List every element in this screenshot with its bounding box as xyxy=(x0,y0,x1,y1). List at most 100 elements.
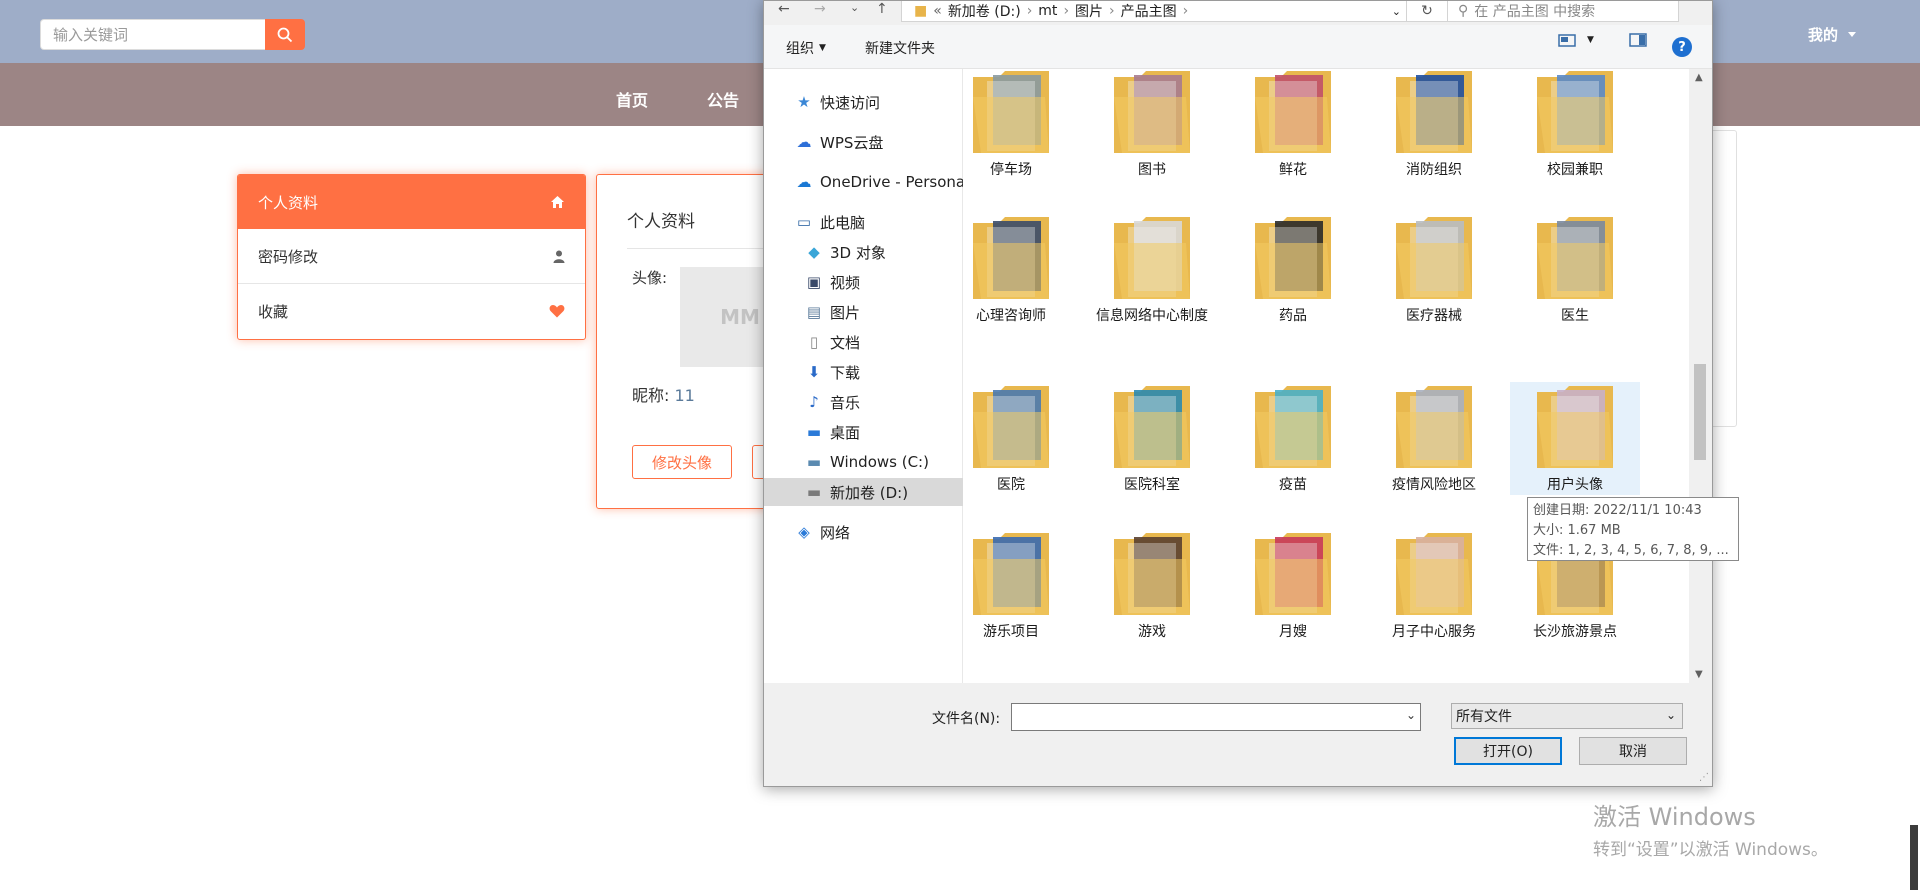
folder-item[interactable]: 医生 xyxy=(1510,213,1640,326)
avatar-placeholder: MM xyxy=(720,305,760,329)
breadcrumb-separator-icon: › xyxy=(1182,3,1189,19)
folder-icon xyxy=(1255,217,1331,299)
home-icon xyxy=(551,196,564,208)
breadcrumb-item[interactable]: mt xyxy=(1038,3,1057,19)
folder-tooltip: 创建日期: 2022/11/1 10:43 大小: 1.67 MB 文件: 1,… xyxy=(1527,497,1739,561)
side-menu: 个人资料 密码修改 收藏 xyxy=(237,174,586,340)
folder-icon xyxy=(1114,533,1190,615)
content-scrollbar[interactable]: ▲ ▼ xyxy=(1690,69,1710,683)
breadcrumb-item[interactable]: 图片 xyxy=(1075,1,1103,21)
nav-pane-label: 文档 xyxy=(830,333,861,352)
filetype-value: 所有文件 xyxy=(1456,709,1512,725)
preview-pane-button[interactable] xyxy=(1629,33,1647,47)
refresh-button[interactable]: ↻ xyxy=(1406,1,1448,22)
folder-label: 医生 xyxy=(1561,308,1589,324)
page-scrollbar[interactable] xyxy=(1910,825,1918,890)
nav-pane-label: 新加卷 (D:) xyxy=(830,483,909,502)
resize-grip-icon[interactable]: ⋰ xyxy=(1699,772,1709,783)
help-icon[interactable]: ? xyxy=(1672,37,1692,57)
search-button[interactable] xyxy=(265,19,305,50)
chevron-down-icon: ⌄ xyxy=(1665,708,1676,722)
nav-home[interactable]: 首页 xyxy=(616,87,648,111)
folder-icon xyxy=(1396,533,1472,615)
back-arrow-icon[interactable]: ← xyxy=(778,1,790,17)
breadcrumb-item[interactable]: 产品主图 xyxy=(1121,1,1177,21)
folder-item[interactable]: 医院 xyxy=(946,382,1076,495)
nav-pane-label: 图片 xyxy=(830,303,861,322)
folder-icon xyxy=(973,533,1049,615)
folder-item[interactable]: 图书 xyxy=(1087,67,1217,180)
refresh-icon: ↻ xyxy=(1421,3,1433,19)
scroll-down-icon[interactable]: ▼ xyxy=(1695,669,1703,680)
recent-dropdown-icon[interactable]: ⌄ xyxy=(850,1,859,14)
forward-arrow-icon[interactable]: → xyxy=(814,1,826,17)
folder-item[interactable]: 医院科室 xyxy=(1087,382,1217,495)
folder-search-input[interactable]: ⚲ 在 产品主图 中搜索 xyxy=(1447,1,1679,22)
folder-item[interactable]: 停车场 xyxy=(946,67,1076,180)
folder-item[interactable]: 心理咨询师 xyxy=(946,213,1076,326)
address-bar[interactable]: ■ « 新加卷 (D:) › mt › 图片 › 产品主图 › ⌄ xyxy=(901,1,1412,22)
cancel-button[interactable]: 取消 xyxy=(1579,737,1687,765)
folder-item[interactable]: 月子中心服务 xyxy=(1369,529,1499,642)
change-avatar-button[interactable]: 修改头像 xyxy=(632,445,732,479)
filename-label: 文件名(N): xyxy=(932,711,1001,727)
heart-icon xyxy=(549,305,565,318)
scroll-thumb[interactable] xyxy=(1694,364,1706,460)
profile-title: 个人资料 xyxy=(627,212,695,232)
folder-label: 校园兼职 xyxy=(1547,162,1603,178)
nickname-value: 11 xyxy=(674,386,695,405)
new-folder-button[interactable]: 新建文件夹 xyxy=(865,38,935,58)
drive-c-icon: ▬ xyxy=(806,453,822,471)
tooltip-created: 创建日期: 2022/11/1 10:43 xyxy=(1533,503,1702,518)
search-bar xyxy=(40,19,305,50)
folder-icon xyxy=(973,217,1049,299)
organize-button[interactable]: 组织 ▼ xyxy=(786,38,826,58)
side-menu-password[interactable]: 密码修改 xyxy=(238,229,585,284)
folder-item[interactable]: 用户头像 xyxy=(1510,382,1640,495)
folder-icon xyxy=(1255,71,1331,153)
search-input[interactable] xyxy=(40,19,265,50)
folder-grid: 停车场 图书 鲜花 消防组织 校园兼职 心理咨询师 信息网络中心制度 药品 医疗器械 医生 医院 医院… xyxy=(963,69,1689,683)
filetype-select[interactable]: 所有文件 ⌄ xyxy=(1451,703,1683,729)
folder-icon xyxy=(1114,71,1190,153)
folder-item[interactable]: 月嫂 xyxy=(1228,529,1358,642)
search-icon: ⚲ xyxy=(1458,3,1469,19)
dialog-toolbar: 组织 ▼ 新建文件夹 ▼ ? xyxy=(764,25,1712,69)
desktop-icon: ▬ xyxy=(806,423,822,441)
up-arrow-icon[interactable]: ↑ xyxy=(876,1,888,17)
folder-item[interactable]: 信息网络中心制度 xyxy=(1087,213,1217,326)
folder-item[interactable]: 疫情风险地区 xyxy=(1369,382,1499,495)
chevron-down-icon[interactable]: ⌄ xyxy=(1406,708,1416,722)
folder-item[interactable]: 消防组织 xyxy=(1369,67,1499,180)
breadcrumb-item[interactable]: 新加卷 (D:) xyxy=(948,1,1021,21)
folder-item[interactable]: 医疗器械 xyxy=(1369,213,1499,326)
nav-notice[interactable]: 公告 xyxy=(707,87,739,111)
folder-label: 消防组织 xyxy=(1406,162,1462,178)
folder-item[interactable]: 鲜花 xyxy=(1228,67,1358,180)
folder-label: 心理咨询师 xyxy=(976,308,1046,324)
folder-label: 月子中心服务 xyxy=(1392,624,1476,640)
filename-input[interactable]: ⌄ xyxy=(1011,703,1421,731)
network-icon: ◈ xyxy=(798,523,810,541)
side-menu-profile[interactable]: 个人资料 xyxy=(238,175,585,229)
folder-item[interactable]: 校园兼职 xyxy=(1510,67,1640,180)
user-menu[interactable]: 我的 xyxy=(1808,24,1857,45)
nav-pane-label: 3D 对象 xyxy=(830,243,886,262)
folder-label: 长沙旅游景点 xyxy=(1533,624,1617,640)
folder-icon xyxy=(973,386,1049,468)
user-menu-label: 我的 xyxy=(1808,26,1839,44)
open-button[interactable]: 打开(O) xyxy=(1454,737,1562,765)
folder-icon xyxy=(1537,217,1613,299)
nav-pane-label: OneDrive - Persona xyxy=(820,173,966,191)
chevron-down-icon[interactable]: ⌄ xyxy=(1392,5,1401,18)
activation-watermark: 激活 Windows 转到“设置”以激活 Windows。 xyxy=(1593,797,1828,860)
folder-item[interactable]: 药品 xyxy=(1228,213,1358,326)
folder-item[interactable]: 疫苗 xyxy=(1228,382,1358,495)
chevron-down-icon: ▼ xyxy=(1587,35,1594,45)
view-options-button[interactable]: ▼ xyxy=(1558,33,1594,47)
cube-icon: ◆ xyxy=(808,243,820,261)
folder-item[interactable]: 游戏 xyxy=(1087,529,1217,642)
folder-item[interactable]: 游乐项目 xyxy=(946,529,1076,642)
side-menu-favorites[interactable]: 收藏 xyxy=(238,284,585,338)
scroll-up-icon[interactable]: ▲ xyxy=(1695,72,1703,83)
